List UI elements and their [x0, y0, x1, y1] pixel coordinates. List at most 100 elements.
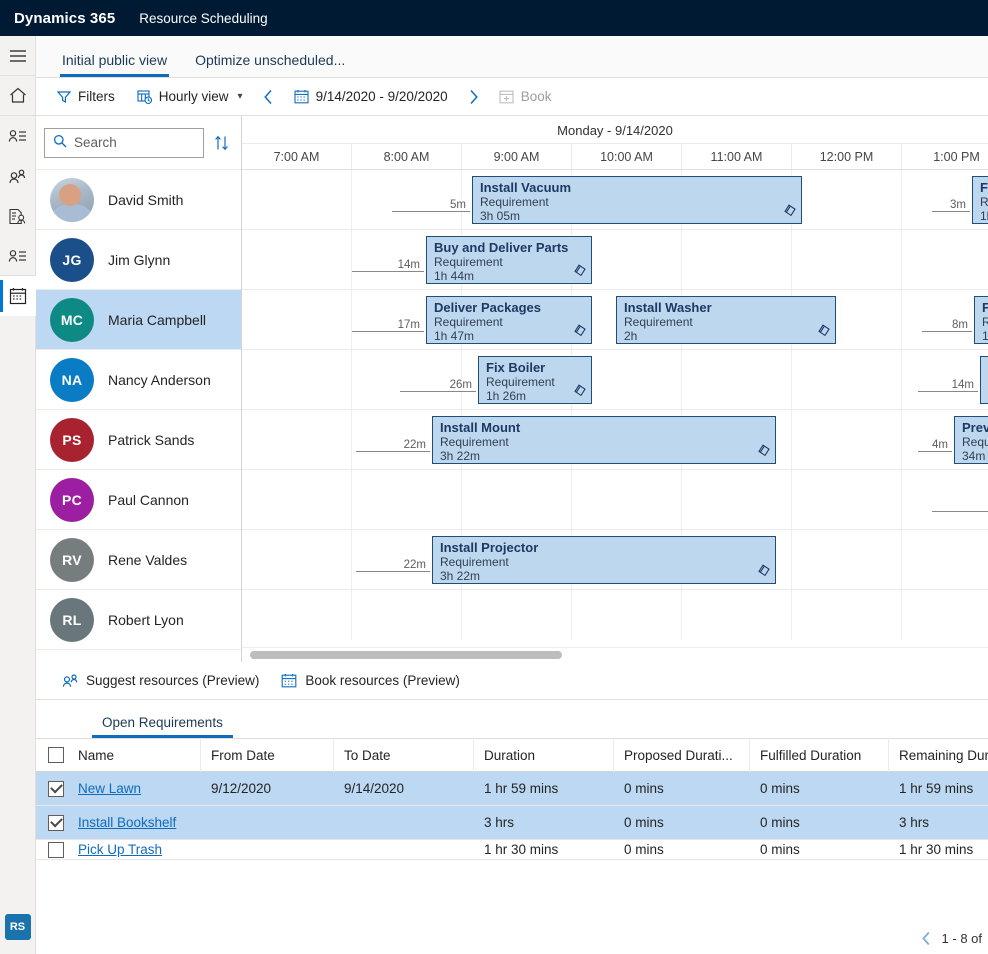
tab-open-requirements[interactable]: Open Requirements	[92, 715, 233, 738]
command-bar: Filters Hourly view ▾	[36, 78, 988, 116]
column-header[interactable]: From Date	[201, 738, 334, 772]
row-select-cell	[36, 772, 68, 806]
resource-list[interactable]: David SmithJGJim GlynnMCMaria CampbellNA…	[36, 170, 241, 662]
calendar-resource-row[interactable]	[242, 590, 988, 650]
appointment-subtitle: Requirement	[624, 315, 829, 329]
date-range-button[interactable]: 9/14/2020 - 9/20/2020	[285, 84, 457, 109]
suite-title: Dynamics 365	[14, 10, 115, 27]
resource-name: Nancy Anderson	[108, 372, 211, 388]
pinned-icon[interactable]	[0, 156, 36, 196]
column-header[interactable]: To Date	[334, 738, 474, 772]
calendar-resource-row[interactable]: 22mInstall MountRequirement3h 22m4mPreve…	[242, 410, 988, 470]
sort-icon[interactable]	[212, 133, 231, 153]
calendar-hour-label: 8:00 AM	[352, 144, 462, 169]
calendar-resource-row[interactable]: 22mInstall ProjectorRequirement3h 22m	[242, 530, 988, 590]
view-mode-label: Hourly view	[159, 89, 229, 104]
requirement-name-cell[interactable]: Install Bookshelf	[68, 806, 201, 840]
appointment-title: Fix Washer	[980, 180, 988, 195]
booking-appointment[interactable]: Preventive MaintRequirement34m	[954, 416, 988, 464]
calendar-hour-label: 10:00 AM	[572, 144, 682, 169]
booking-appointment[interactable]: Install ProjectorRequirement3h 22m	[432, 536, 776, 584]
brand-bar: Dynamics 365 Resource Scheduling	[0, 0, 988, 36]
appointment-duration: 1h 03m	[980, 209, 988, 223]
column-header[interactable]: Duration	[474, 738, 614, 772]
booking-appointment[interactable]: Fix EngineRequirement1h 08m	[974, 296, 988, 344]
resource-row[interactable]: JGJim Glynn	[36, 230, 241, 290]
schedule-board-icon[interactable]	[0, 276, 36, 316]
search-box[interactable]	[44, 128, 204, 158]
resources-icon[interactable]	[0, 236, 36, 276]
appointment-status-icon	[573, 263, 587, 280]
tab-initial-public-view[interactable]: Initial public view	[48, 52, 181, 77]
calendar-hscrollbar[interactable]	[242, 647, 988, 661]
pager-prev-icon[interactable]	[921, 931, 932, 946]
book-resources-icon	[281, 673, 297, 688]
book-resources-label: Book resources (Preview)	[305, 673, 460, 688]
requirement-link[interactable]: Pick Up Trash	[78, 842, 162, 857]
table-row[interactable]: Pick Up Trash1 hr 30 mins0 mins0 mins1 h…	[36, 840, 988, 860]
table-row[interactable]: New Lawn9/12/20209/14/20201 hr 59 mins0 …	[36, 772, 988, 806]
booking-appointment[interactable]: Buy and Deliver PartsRequirement1h 44m	[426, 236, 592, 284]
booking-appointment[interactable]: Deliver PackagesRequirement1h 47m	[426, 296, 592, 344]
resource-row[interactable]: PCPaul Cannon	[36, 470, 241, 530]
main-content: Initial public view Optimize unscheduled…	[36, 36, 988, 954]
appointment-subtitle: Requirement	[434, 255, 585, 269]
resource-row[interactable]: NANancy Anderson	[36, 350, 241, 410]
travel-time-label: 14m	[396, 259, 422, 271]
resource-row[interactable]: RVRene Valdes	[36, 530, 241, 590]
resource-row[interactable]: David Smith	[36, 170, 241, 230]
prev-period-button[interactable]	[256, 85, 281, 109]
calendar-resource-row[interactable]: 17m Deliver PackagesRequirement1h 47m Inst…	[242, 290, 988, 350]
book-resources-button[interactable]: Book resources (Preview)	[273, 668, 468, 693]
calendar-hscroll-thumb[interactable]	[250, 651, 562, 659]
calendar-resource-row[interactable]: 28mRepair UnitRequirement3h	[242, 470, 988, 530]
requirement-link[interactable]: Install Bookshelf	[78, 815, 176, 830]
tab-optimize-unscheduled[interactable]: Optimize unscheduled...	[181, 52, 359, 77]
row-checkbox[interactable]	[48, 842, 64, 858]
resource-row[interactable]: PSPatrick Sands	[36, 410, 241, 470]
table-cell: 0 mins	[750, 772, 889, 806]
requirement-name-cell[interactable]: Pick Up Trash	[68, 840, 201, 860]
calendar-resource-row[interactable]: 5mInstall VacuumRequirement3h 05m3mFix W…	[242, 170, 988, 230]
home-icon[interactable]	[0, 76, 36, 116]
app-badge[interactable]: RS	[5, 914, 31, 940]
column-header[interactable]: Remaining Duration	[889, 738, 988, 772]
row-checkbox[interactable]	[48, 781, 64, 797]
avatar-initials: MC	[50, 298, 94, 342]
next-period-button[interactable]	[461, 85, 486, 109]
recent-icon[interactable]	[0, 116, 36, 156]
book-button[interactable]: Book	[490, 84, 561, 109]
booking-appointment[interactable]: Install FenceRequirement2h 14m	[980, 356, 988, 404]
booking-appointment[interactable]: Install VacuumRequirement3h 05m	[472, 176, 802, 224]
appointment-status-icon	[783, 203, 797, 220]
select-all-checkbox[interactable]	[48, 747, 64, 763]
requirement-link[interactable]: New Lawn	[78, 781, 141, 796]
suggest-resources-button[interactable]: Suggest resources (Preview)	[54, 668, 267, 693]
column-header[interactable]: Fulfilled Duration	[750, 738, 889, 772]
appointment-subtitle: Requirement	[980, 195, 988, 209]
booking-appointment[interactable]: Install MountRequirement3h 22m	[432, 416, 776, 464]
avatar-initials: PS	[50, 418, 94, 462]
menu-icon[interactable]	[0, 36, 36, 76]
calendar-resource-row[interactable]: 26mFix BoilerRequirement1h 26m14mInstall…	[242, 350, 988, 410]
calendar-resource-row[interactable]: 14m Buy and Deliver PartsRequirement1h 44…	[242, 230, 988, 290]
table-cell	[334, 806, 474, 840]
booking-appointment[interactable]: Install WasherRequirement2h	[616, 296, 836, 344]
resource-row[interactable]: MCMaria Campbell	[36, 290, 241, 350]
filters-button[interactable]: Filters	[48, 84, 124, 109]
table-cell	[334, 840, 474, 860]
column-header[interactable]: Name	[68, 738, 201, 772]
table-cell: 0 mins	[614, 806, 750, 840]
work-orders-icon[interactable]	[0, 196, 36, 236]
booking-appointment[interactable]: Fix BoilerRequirement1h 26m	[478, 356, 592, 404]
search-input[interactable]	[74, 135, 195, 150]
requirement-name-cell[interactable]: New Lawn	[68, 772, 201, 806]
view-mode-button[interactable]: Hourly view ▾	[128, 84, 252, 109]
booking-appointment[interactable]: Fix WasherRequirement1h 03m	[972, 176, 988, 224]
grid-body: New Lawn9/12/20209/14/20201 hr 59 mins0 …	[36, 772, 988, 860]
row-checkbox[interactable]	[48, 815, 64, 831]
column-header[interactable]: Proposed Durati...	[614, 738, 750, 772]
resource-row[interactable]: RLRobert Lyon	[36, 590, 241, 650]
travel-time-label: 17m	[396, 319, 422, 331]
table-row[interactable]: Install Bookshelf3 hrs0 mins0 mins3 hrs	[36, 806, 988, 840]
